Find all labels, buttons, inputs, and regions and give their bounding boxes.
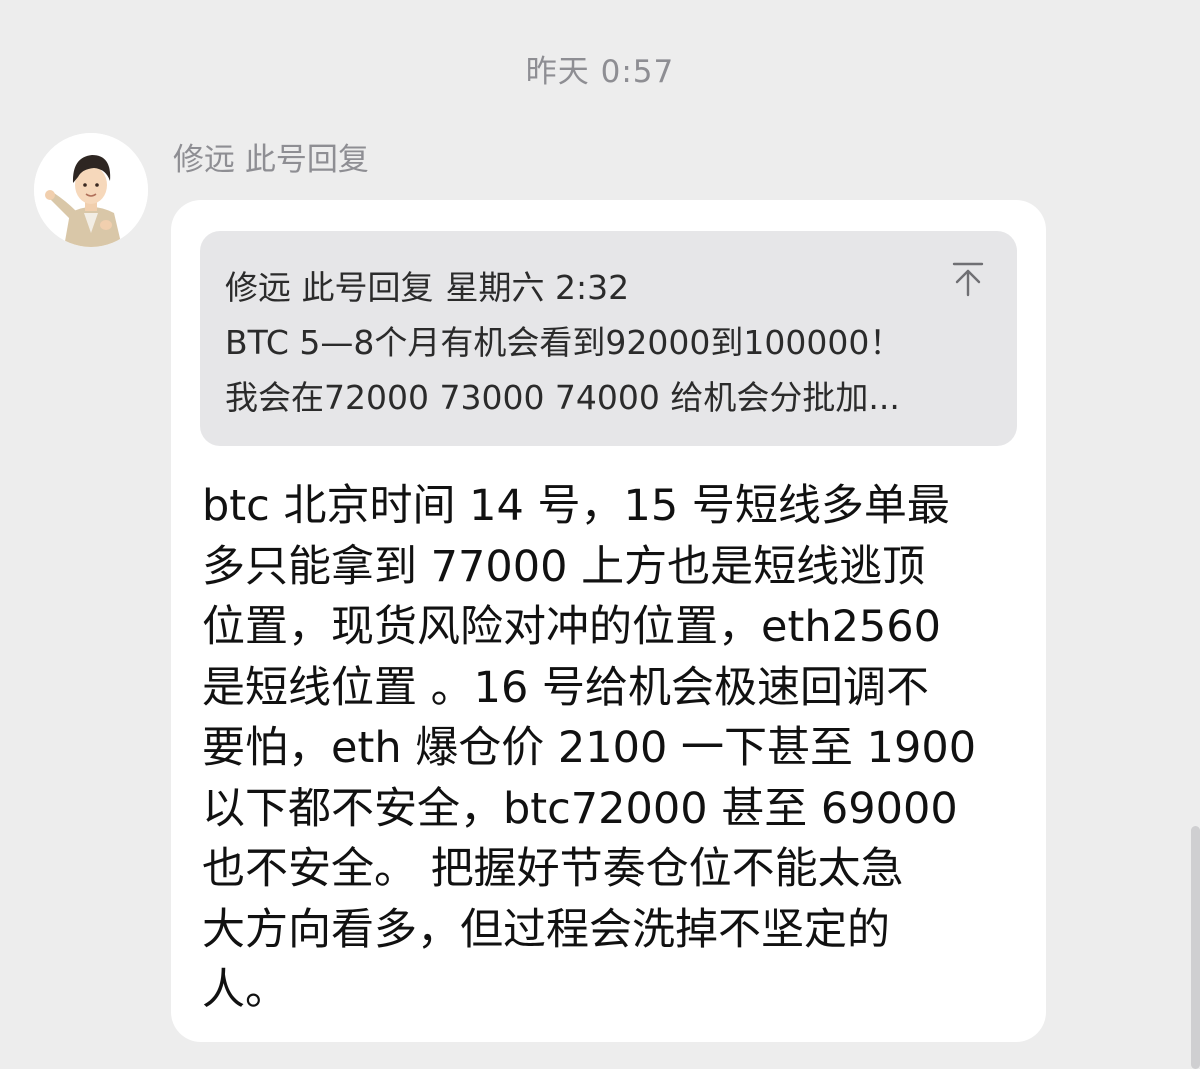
message-text: btc 北京时间 14 号，15 号短线多单最 多只能拿到 77000 上方也是… bbox=[202, 476, 1022, 1021]
quote-time: 星期六 2:32 bbox=[445, 268, 630, 307]
message-line: 要怕，eth 爆仓价 2100 一下甚至 1900 bbox=[202, 723, 977, 773]
message-line: btc 北京时间 14 号，15 号短线多单最 bbox=[202, 481, 950, 531]
quote-author: 修远 此号回复 bbox=[225, 268, 434, 307]
quoted-message[interactable]: 修远 此号回复 星期六 2:32 BTC 5—8个月有机会看到92000到1000… bbox=[200, 231, 1017, 446]
message-line: 位置，现货风险对冲的位置，eth2560 bbox=[202, 602, 941, 652]
message-line: 以下都不安全，btc72000 甚至 69000 bbox=[202, 783, 958, 834]
message-line: 人。 bbox=[202, 965, 288, 1015]
message-line: 大方向看多，但过程会洗掉不坚定的 bbox=[202, 904, 890, 955]
message-bubble[interactable]: 修远 此号回复 星期六 2:32 BTC 5—8个月有机会看到92000到1000… bbox=[171, 200, 1046, 1042]
chat-timestamp: 昨天 0:57 bbox=[525, 54, 675, 90]
scrollbar[interactable] bbox=[1191, 826, 1200, 1069]
message-line: 也不安全。 把握好节奏仓位不能太急 bbox=[202, 844, 904, 894]
message-line: 是短线位置 。16 号给机会极速回调不 bbox=[202, 662, 930, 713]
sender-name: 修远 此号回复 bbox=[173, 142, 369, 178]
quote-line-1: BTC 5—8个月有机会看到92000到100000！ bbox=[225, 323, 903, 362]
avatar-portrait-icon bbox=[34, 133, 148, 247]
quote-header: 修远 此号回复 星期六 2:32 bbox=[225, 260, 957, 315]
pin-to-top-icon[interactable] bbox=[951, 261, 985, 297]
quote-line-2: 我会在72000 73000 74000 给机会分批加... bbox=[225, 378, 900, 417]
sender-avatar[interactable] bbox=[34, 133, 148, 247]
message-line: 多只能拿到 77000 上方也是短线逃顶 bbox=[202, 541, 926, 592]
